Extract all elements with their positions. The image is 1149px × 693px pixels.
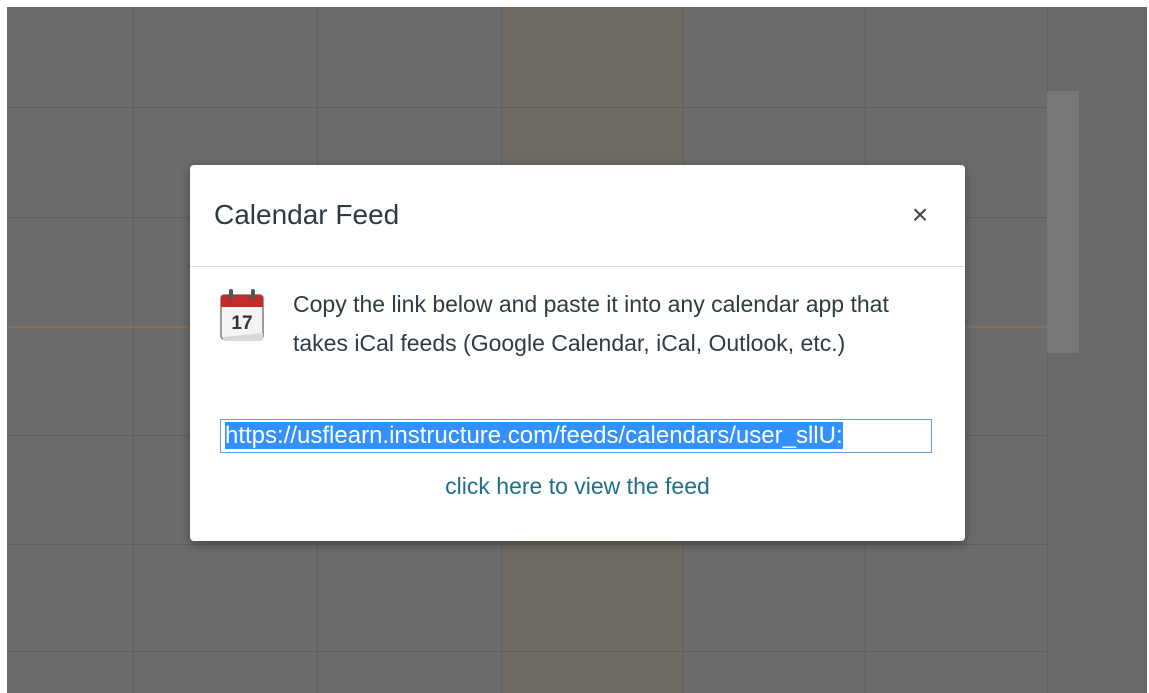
close-icon: × — [911, 199, 929, 230]
dialog-header: Calendar Feed × — [190, 165, 965, 267]
dialog-title: Calendar Feed — [214, 199, 400, 230]
calendar-feed-dialog: Calendar Feed × 17 Copy the link below a… — [190, 165, 965, 541]
calendar-icon-day: 17 — [231, 313, 252, 334]
close-button[interactable]: × — [903, 198, 937, 232]
view-feed-link[interactable]: click here to view the feed — [190, 473, 965, 500]
feed-url-value: https://usflearn.instructure.com/feeds/c… — [225, 422, 843, 449]
modal-overlay: Calendar Feed × 17 Copy the link below a… — [0, 0, 1149, 693]
calendar-icon: 17 — [220, 289, 264, 341]
feed-url-field[interactable]: https://usflearn.instructure.com/feeds/c… — [220, 419, 932, 453]
feed-instructions: Copy the link below and paste it into an… — [293, 291, 889, 356]
